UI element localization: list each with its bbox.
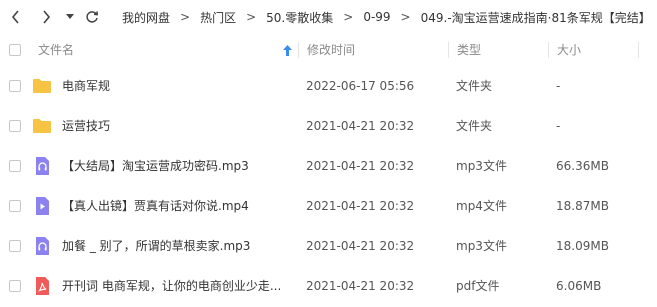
folder-icon xyxy=(33,79,51,93)
file-modified: 2022-06-17 05:56 xyxy=(306,79,415,93)
sort-ascending-icon[interactable] xyxy=(283,45,292,56)
row-checkbox[interactable] xyxy=(9,280,21,292)
file-size: 18.09MB xyxy=(556,239,609,253)
chevron-left-icon xyxy=(11,10,19,24)
file-row[interactable]: 运营技巧 2021-04-21 20:32 文件夹 - xyxy=(0,106,657,146)
audio-file-icon xyxy=(36,157,49,175)
breadcrumb-item[interactable]: 0-99 xyxy=(363,10,390,24)
history-dropdown-button[interactable] xyxy=(64,8,76,26)
breadcrumb-item-current[interactable]: 049.-淘宝运营速成指南·81条军规【完结】 xyxy=(421,9,651,26)
file-type: mp3文件 xyxy=(456,239,507,253)
file-name: 开刊词 电商军规，让你的电商创业少走... xyxy=(62,279,282,293)
file-name: 【大结局】淘宝运营成功密码.mp3 xyxy=(62,159,249,173)
file-type: mp4文件 xyxy=(456,199,507,213)
breadcrumb-separator: > xyxy=(400,10,411,24)
file-name: 加餐 _ 别了，所谓的草根卖家.mp3 xyxy=(62,239,251,253)
pdf-file-icon xyxy=(36,277,49,295)
file-row[interactable]: 电商军规 2022-06-17 05:56 文件夹 - xyxy=(0,66,657,106)
row-checkbox[interactable] xyxy=(9,120,21,132)
column-header-name[interactable]: 文件名 xyxy=(38,36,74,64)
breadcrumb-item[interactable]: 我的网盘 xyxy=(122,9,170,26)
file-row[interactable]: 【真人出镜】贾真有话对你说.mp4 2021-04-21 20:32 mp4文件… xyxy=(0,186,657,226)
folder-icon xyxy=(33,119,51,133)
column-divider[interactable] xyxy=(448,42,449,58)
file-size: - xyxy=(556,79,561,93)
row-checkbox[interactable] xyxy=(9,200,21,212)
chevron-right-icon xyxy=(43,10,51,24)
file-type: mp3文件 xyxy=(456,159,507,173)
file-size: 66.36MB xyxy=(556,159,609,173)
file-modified: 2021-04-21 20:32 xyxy=(306,239,415,253)
column-divider[interactable] xyxy=(298,42,299,58)
breadcrumb: 我的网盘 > 热门区 > 50.零散收集 > 0-99 > 049.-淘宝运营速… xyxy=(122,0,657,34)
file-size: 6.06MB xyxy=(556,279,602,293)
file-row[interactable]: 加餐 _ 别了，所谓的草根卖家.mp3 2021-04-21 20:32 mp3… xyxy=(0,226,657,266)
file-size: 18.87MB xyxy=(556,199,609,213)
video-file-icon xyxy=(36,197,49,215)
breadcrumb-item[interactable]: 热门区 xyxy=(200,9,236,26)
refresh-button[interactable] xyxy=(84,8,100,26)
column-header-modified[interactable]: 修改时间 xyxy=(307,36,355,64)
column-header-size[interactable]: 大小 xyxy=(557,36,581,64)
file-list-header: 文件名 修改时间 类型 大小 xyxy=(0,36,657,64)
file-type: 文件夹 xyxy=(456,79,493,93)
caret-down-icon xyxy=(66,14,74,19)
row-checkbox[interactable] xyxy=(9,160,21,172)
file-name: 【真人出镜】贾真有话对你说.mp4 xyxy=(62,199,249,213)
breadcrumb-separator: > xyxy=(246,10,257,24)
file-row[interactable]: 开刊词 电商军规，让你的电商创业少走... 2021-04-21 20:32 p… xyxy=(0,266,657,306)
column-divider[interactable] xyxy=(548,42,549,58)
file-type: pdf文件 xyxy=(456,279,500,293)
column-divider[interactable] xyxy=(638,42,639,58)
row-checkbox[interactable] xyxy=(9,240,21,252)
breadcrumb-separator: > xyxy=(343,10,354,24)
back-button[interactable] xyxy=(8,8,24,26)
breadcrumb-separator: > xyxy=(180,10,191,24)
file-modified: 2021-04-21 20:32 xyxy=(306,159,415,173)
file-row[interactable]: 【大结局】淘宝运营成功密码.mp3 2021-04-21 20:32 mp3文件… xyxy=(0,146,657,186)
audio-file-icon xyxy=(36,237,49,255)
file-type: 文件夹 xyxy=(456,119,493,133)
file-modified: 2021-04-21 20:32 xyxy=(306,279,415,293)
file-modified: 2021-04-21 20:32 xyxy=(306,199,415,213)
file-name: 电商军规 xyxy=(62,79,111,93)
select-all-checkbox[interactable] xyxy=(9,44,21,56)
column-header-type[interactable]: 类型 xyxy=(457,36,481,64)
file-name: 运营技巧 xyxy=(62,119,111,133)
breadcrumb-item[interactable]: 50.零散收集 xyxy=(266,9,333,26)
forward-button[interactable] xyxy=(38,8,54,26)
file-modified: 2021-04-21 20:32 xyxy=(306,119,415,133)
navigation-bar: 我的网盘 > 热门区 > 50.零散收集 > 0-99 > 049.-淘宝运营速… xyxy=(0,0,657,36)
refresh-icon xyxy=(86,11,99,23)
row-checkbox[interactable] xyxy=(9,80,21,92)
file-size: - xyxy=(556,119,561,133)
